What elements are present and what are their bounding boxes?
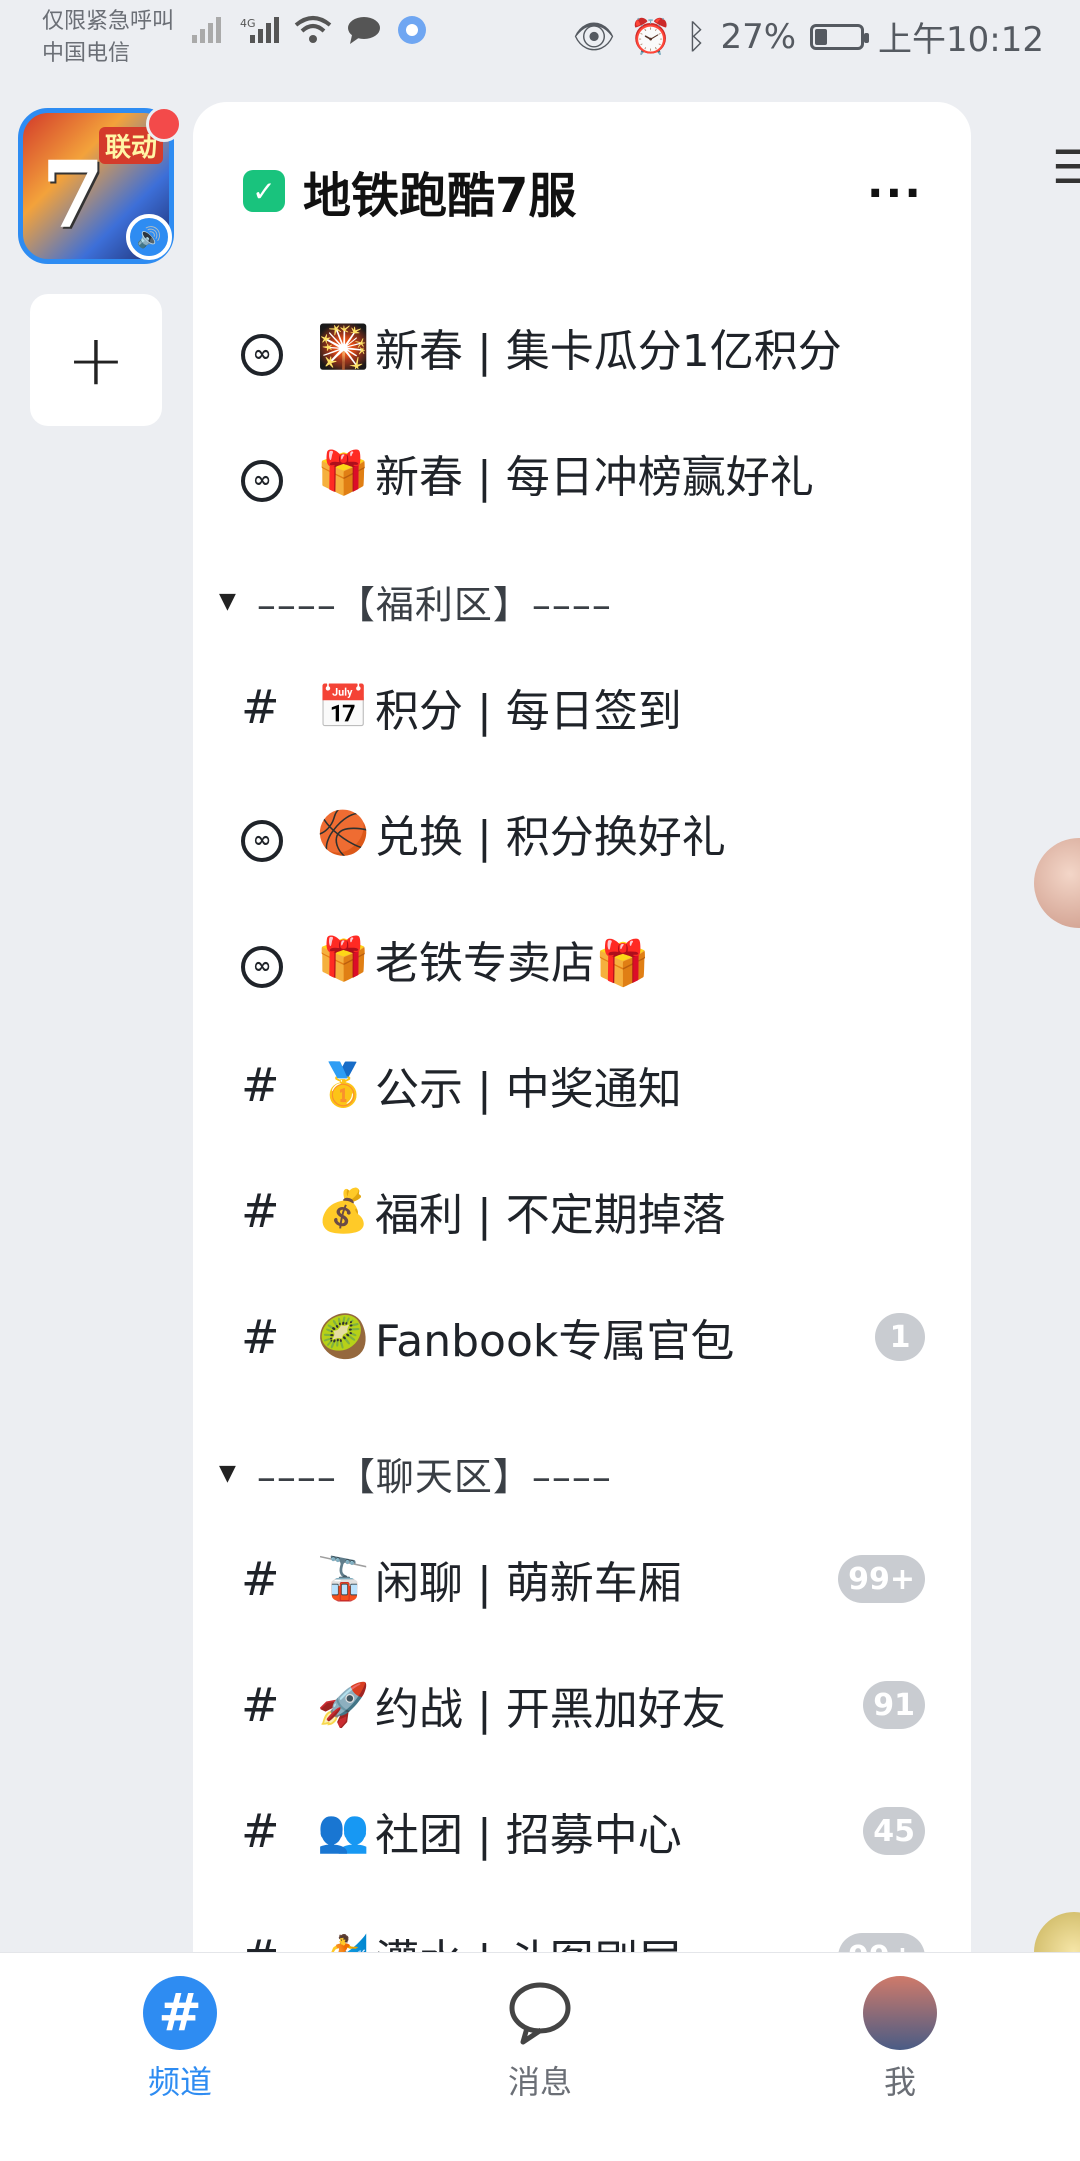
channel-emoji: 🚀: [317, 1680, 370, 1729]
status-right: 👁 ⏰ ᛒ 27% 上午10:12: [573, 12, 1044, 61]
link-channel-icon: ∞: [241, 804, 311, 862]
verified-icon: ✓: [243, 170, 285, 212]
wifi-icon: [294, 16, 332, 43]
channel-emoji: 🥇: [317, 1060, 370, 1109]
bottom-nav: # 频道 消息 我: [0, 1952, 1080, 2161]
browser-icon: [398, 16, 426, 44]
channel-row[interactable]: ∞ 🎁 老铁专卖店🎁: [193, 904, 971, 1014]
channel-label: 积分 | 每日签到: [375, 686, 682, 737]
status-carrier-block: 仅限紧急呼叫 中国电信: [42, 6, 174, 70]
server-title-text: 地铁跑酷7服: [303, 168, 577, 224]
battery-icon: [810, 23, 870, 50]
channel-label: 老铁专卖店🎁: [375, 938, 650, 989]
link-channel-icon: ∞: [241, 444, 311, 502]
link-channel-icon: ∞: [241, 930, 311, 988]
add-server-button[interactable]: +: [30, 294, 162, 426]
hash-channel-icon: #: [241, 1310, 280, 1364]
status-signal-icons: 4G: [190, 14, 428, 46]
alarm-icon: ⏰: [629, 16, 673, 57]
channel-emoji: 🎁: [317, 448, 370, 497]
channel-row[interactable]: ∞ 🎇 新春 | 集卡瓜分1亿积分: [193, 292, 971, 402]
category-header[interactable]: ▼ ––––【福利区】––––: [219, 566, 612, 636]
channel-emoji: 👥: [317, 1806, 370, 1855]
nav-me-label: 我: [883, 2063, 916, 2101]
bluetooth-icon: ᛒ: [686, 16, 707, 57]
battery-level: [815, 28, 827, 45]
channel-row[interactable]: # 📅 积分 | 每日签到: [193, 652, 971, 762]
channel-label: 约战 | 开黑加好友: [375, 1684, 726, 1735]
channel-label: Fanbook专属官包: [375, 1316, 735, 1367]
hash-icon: #: [143, 1976, 217, 2050]
nav-messages-label: 消息: [507, 2063, 572, 2101]
channel-row[interactable]: ∞ 🏀 兑换 | 积分换好礼: [193, 778, 971, 888]
user-avatar: [863, 1976, 937, 2050]
category-header[interactable]: ▼ ––––【聊天区】––––: [219, 1438, 612, 1508]
link-channel-icon: ∞: [241, 318, 311, 376]
menu-icon[interactable]: ☰: [1052, 140, 1080, 194]
channel-emoji: 🥝: [317, 1312, 370, 1361]
peek-avatar: [1034, 838, 1080, 928]
hash-channel-icon: #: [241, 1552, 280, 1606]
speaker-icon: 🔊: [126, 214, 172, 260]
server-title[interactable]: ✓ 地铁跑酷7服: [243, 156, 576, 226]
channel-panel: ✓ 地铁跑酷7服 ··· ∞ 🎇 新春 | 集卡瓜分1亿积分 ∞ 🎁 新春 | 每日冲榜赢…: [193, 102, 971, 2102]
signal-4g-icon: 4G: [240, 17, 279, 43]
emergency-text: 仅限紧急呼叫: [42, 9, 175, 34]
chat-bubble-icon: [348, 17, 380, 44]
unread-dot: [146, 106, 182, 142]
unread-count-badge: 91: [863, 1681, 925, 1729]
hash-channel-icon: #: [241, 1058, 280, 1112]
channel-row[interactable]: ∞ 🎁 新春 | 每日冲榜赢好礼: [193, 418, 971, 528]
hash-channel-icon: #: [241, 680, 280, 734]
channel-label: 社团 | 招募中心: [375, 1810, 682, 1861]
channel-emoji: 🏀: [317, 808, 370, 857]
channel-row[interactable]: # 💰 福利 | 不定期掉落: [193, 1156, 971, 1266]
hash-channel-icon: #: [241, 1678, 280, 1732]
unread-count-badge: 99+: [838, 1555, 925, 1603]
nav-messages[interactable]: 消息: [460, 1975, 620, 2103]
channel-label: 兑换 | 积分换好礼: [375, 812, 726, 863]
unread-count-badge: 1: [875, 1313, 925, 1361]
message-bubble-icon: [509, 1982, 571, 2045]
channel-label: 新春 | 每日冲榜赢好礼: [375, 452, 814, 503]
channel-label: 公示 | 中奖通知: [375, 1064, 682, 1115]
clock: 上午10:12: [878, 20, 1044, 60]
nav-channels[interactable]: # 频道: [100, 1975, 260, 2103]
channel-emoji: 🎇: [317, 322, 370, 371]
channel-emoji: 💰: [317, 1186, 370, 1235]
battery-percent: 27%: [720, 16, 797, 57]
collapse-triangle-icon: ▼: [219, 588, 237, 614]
channel-row[interactable]: # 🥝 Fanbook专属官包 1: [193, 1282, 971, 1392]
unread-count-badge: 45: [863, 1807, 925, 1855]
category-label: ––––【福利区】––––: [256, 582, 612, 627]
channel-emoji: 🎁: [317, 934, 370, 983]
category-label: ––––【聊天区】––––: [256, 1454, 612, 1499]
svg-text:4G: 4G: [240, 17, 256, 30]
channel-row[interactable]: # 👥 社团 | 招募中心 45: [193, 1776, 971, 1886]
hash-channel-icon: #: [241, 1804, 280, 1858]
channel-emoji: 📅: [317, 682, 370, 731]
channel-row[interactable]: # 🚀 约战 | 开黑加好友 91: [193, 1650, 971, 1760]
nav-me[interactable]: 我: [820, 1975, 980, 2103]
collapse-triangle-icon: ▼: [219, 1460, 237, 1486]
status-bar: 仅限紧急呼叫 中国电信 4G 👁 ⏰ ᛒ 27% 上午10:12: [0, 0, 1080, 90]
eye-icon: 👁: [572, 16, 616, 57]
server-icon-number: 7: [41, 141, 106, 249]
more-options-button[interactable]: ···: [867, 168, 923, 219]
channel-label: 新春 | 集卡瓜分1亿积分: [375, 326, 842, 377]
signal-icon: [192, 17, 221, 43]
channel-row[interactable]: # 🥇 公示 | 中奖通知: [193, 1030, 971, 1140]
hash-channel-icon: #: [241, 1184, 280, 1238]
channel-label: 福利 | 不定期掉落: [375, 1190, 726, 1241]
channel-emoji: 🚡: [317, 1554, 370, 1603]
channel-label: 闲聊 | 萌新车厢: [375, 1558, 682, 1609]
carrier-name: 中国电信: [42, 41, 131, 66]
nav-channels-label: 频道: [147, 2063, 212, 2101]
channel-row[interactable]: # 🚡 闲聊 | 萌新车厢 99+: [193, 1524, 971, 1634]
